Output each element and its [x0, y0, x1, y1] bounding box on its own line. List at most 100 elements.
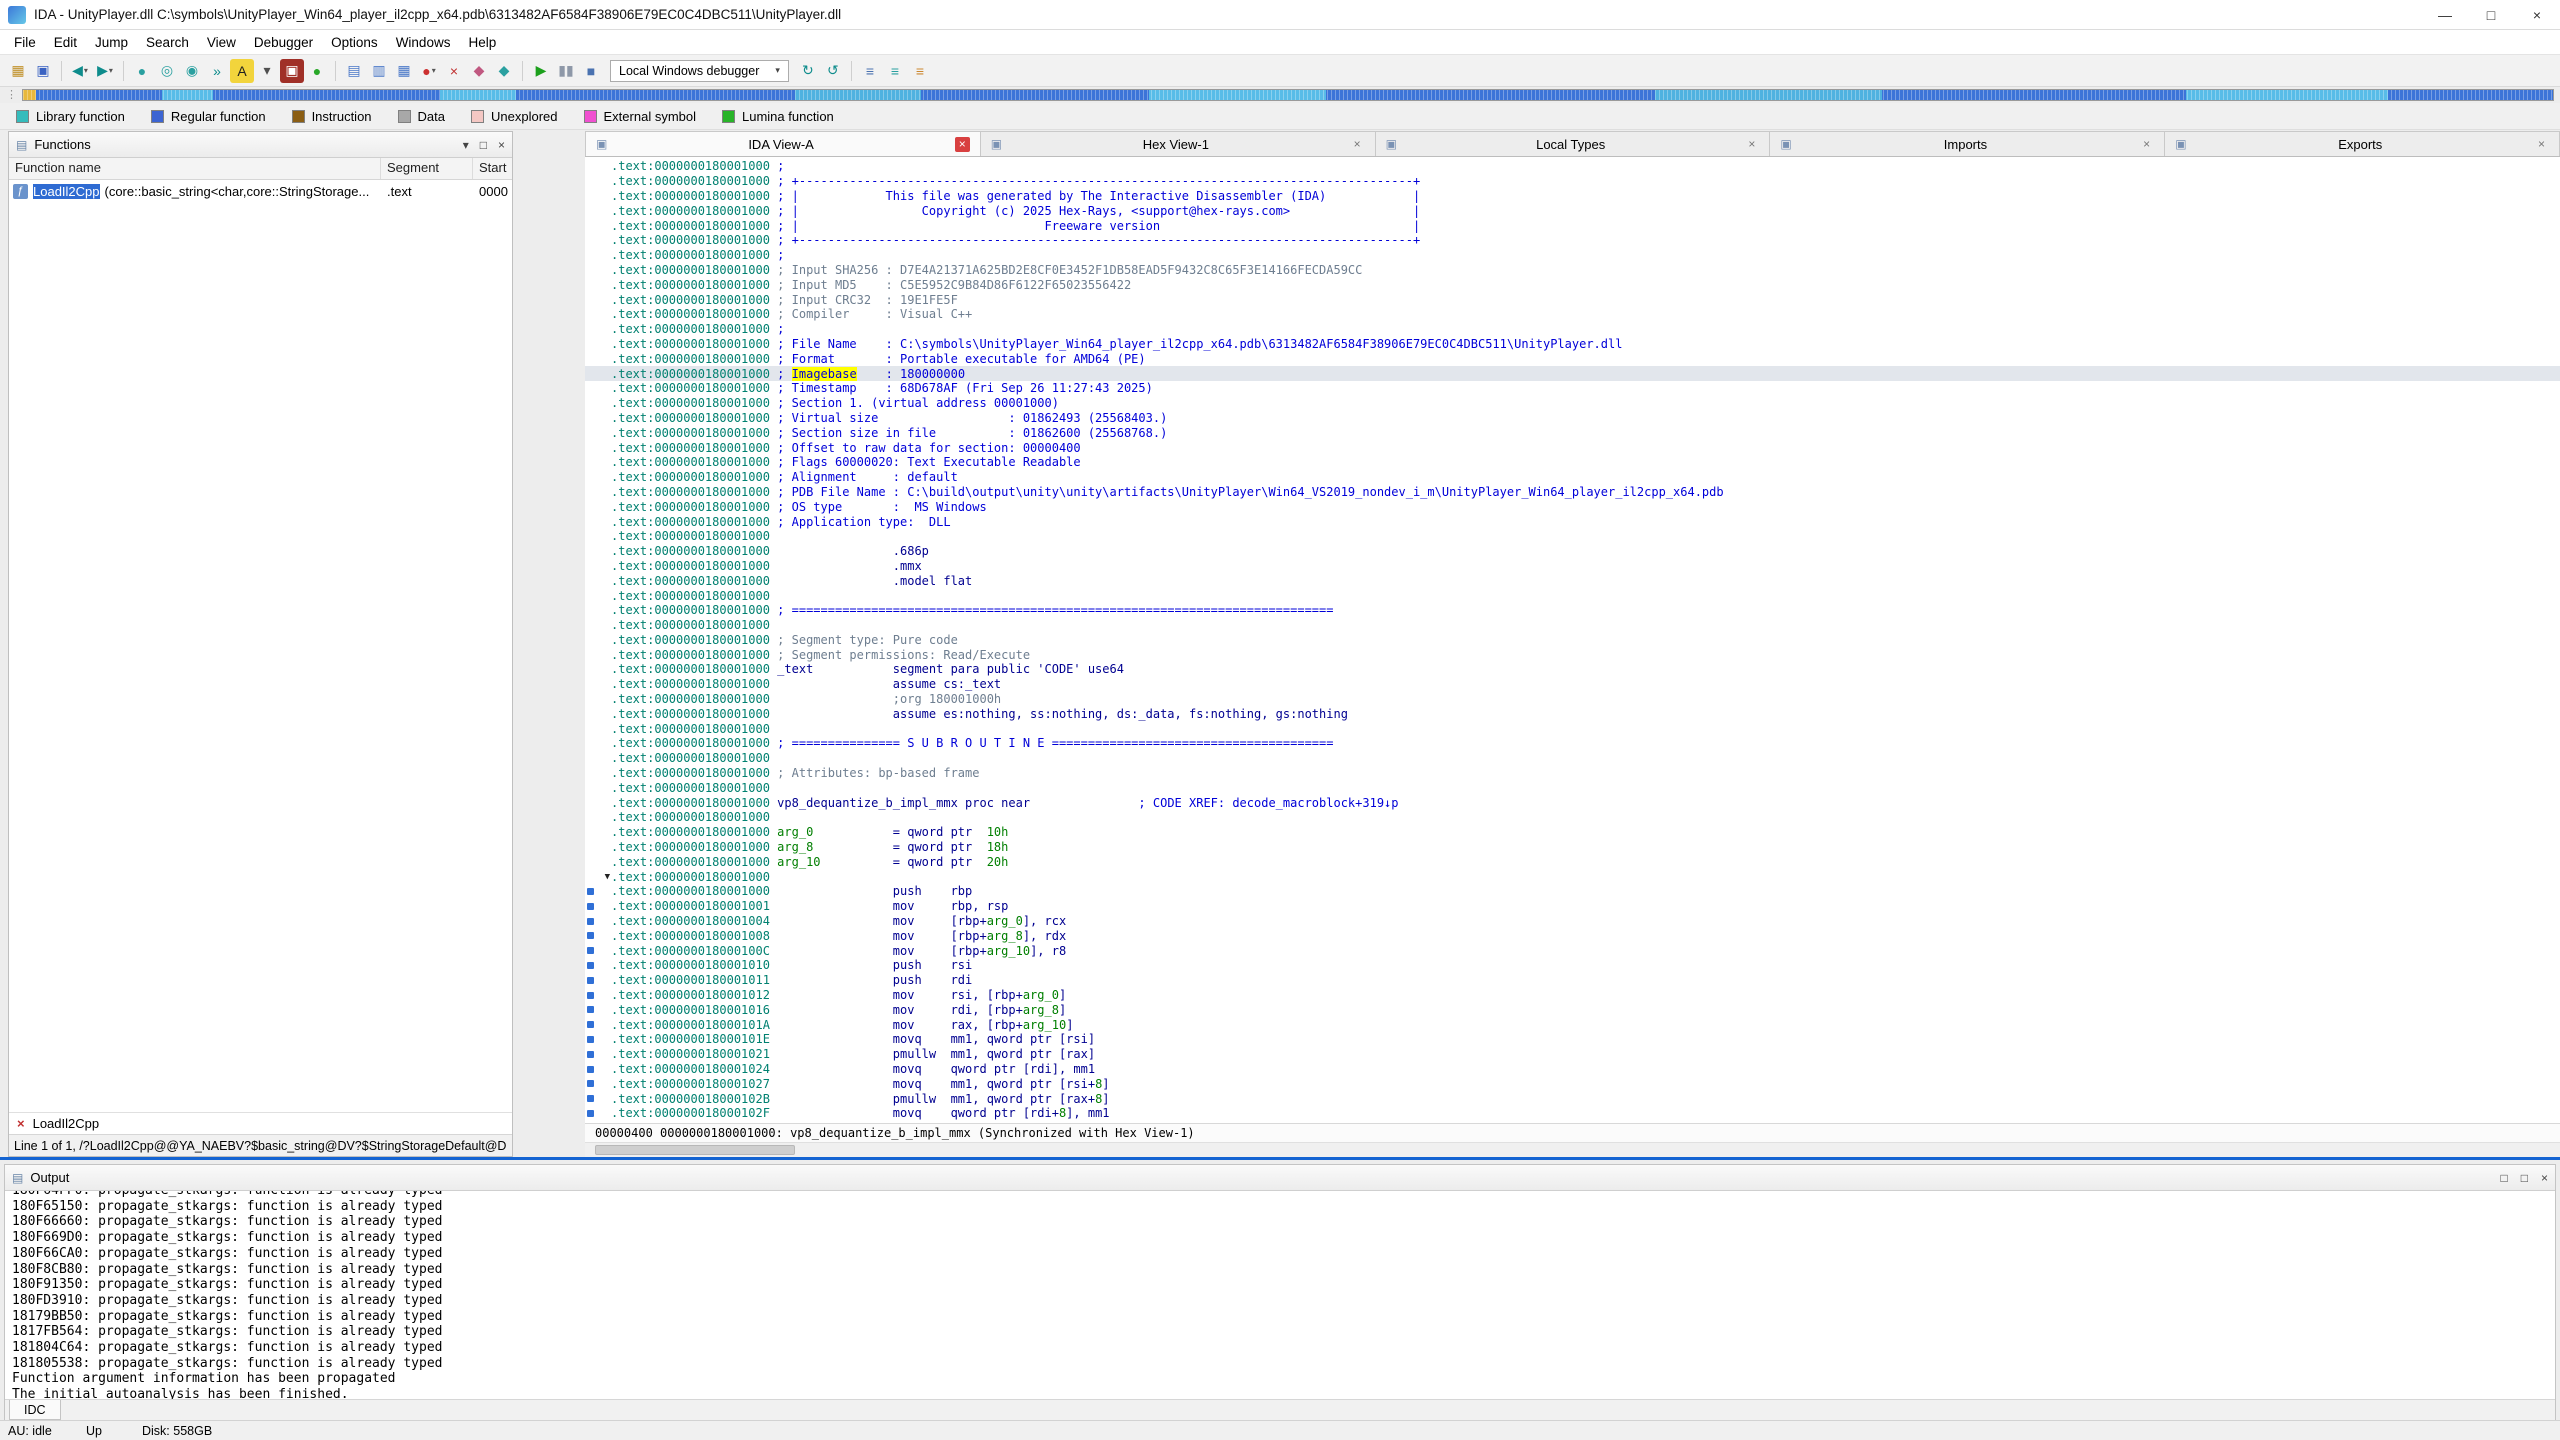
- maximize-button[interactable]: □: [2468, 0, 2514, 29]
- tab-close-icon[interactable]: ×: [955, 137, 970, 152]
- debugger-selector[interactable]: Local Windows debugger▾: [610, 60, 789, 82]
- disasm-line[interactable]: .text:0000000180001000: [585, 810, 2560, 825]
- disasm-line[interactable]: .text:0000000180001000 ; Segment type: P…: [585, 633, 2560, 648]
- disasm-line[interactable]: .text:0000000180001000 ; Application typ…: [585, 514, 2560, 529]
- horizontal-scrollbar-thumb[interactable]: [595, 1145, 795, 1155]
- disasm-line[interactable]: .text:0000000180001000 assume cs:_text: [585, 677, 2560, 692]
- tab-idc[interactable]: IDC: [9, 1400, 61, 1420]
- breakpoints-icon[interactable]: ●▾: [417, 59, 441, 83]
- debug-undo-icon[interactable]: ↺: [821, 59, 845, 83]
- function-row[interactable]: ƒLoadIl2Cpp(core::basic_string<char,core…: [9, 180, 512, 202]
- menu-search[interactable]: Search: [137, 35, 198, 50]
- disasm-line[interactable]: .text:0000000180001000: [585, 780, 2560, 795]
- output-close-icon[interactable]: ×: [2541, 1171, 2548, 1185]
- snapshot-icon[interactable]: ▣: [280, 59, 304, 83]
- disasm-line[interactable]: .text:0000000180001000 .model flat: [585, 573, 2560, 588]
- jump-xref-icon[interactable]: »: [205, 59, 229, 83]
- disasm-line[interactable]: .text:0000000180001027 movq mm1, qword p…: [585, 1076, 2560, 1091]
- navband-segment[interactable]: [23, 90, 36, 100]
- disasm-line[interactable]: .text:0000000180001000 ; ===============…: [585, 736, 2560, 751]
- disasm-line[interactable]: .text:0000000180001001 mov rbp, rsp: [585, 899, 2560, 914]
- disasm-line[interactable]: .text:0000000180001000 ; | This file was…: [585, 189, 2560, 204]
- disasm-line[interactable]: .text:0000000180001000 ; Segment permiss…: [585, 647, 2560, 662]
- navband-segment[interactable]: [213, 90, 441, 100]
- disasm-line[interactable]: .text:0000000180001000: [585, 588, 2560, 603]
- output-maximize-icon[interactable]: □: [2521, 1171, 2528, 1185]
- disasm-line[interactable]: .text:0000000180001000 ; Section size in…: [585, 425, 2560, 440]
- column-header-segment[interactable]: Segment: [381, 158, 473, 179]
- navband-segment[interactable]: [516, 90, 794, 100]
- menu-edit[interactable]: Edit: [45, 35, 86, 50]
- output-content[interactable]: 180F64FF0: propagate_stkargs: function i…: [5, 1191, 2555, 1399]
- disasm-line[interactable]: .text:0000000180001000 ; +--------------…: [585, 233, 2560, 248]
- navband-segment[interactable]: [795, 90, 922, 100]
- disasm-line[interactable]: .text:0000000180001010 push rsi: [585, 958, 2560, 973]
- disasm-line[interactable]: .text:0000000180001000 ; Section 1. (vir…: [585, 396, 2560, 411]
- nav-back-icon[interactable]: ◀▾: [68, 59, 92, 83]
- nav-forward-icon[interactable]: ▶▾: [93, 59, 117, 83]
- disasm-line[interactable]: .text:000000018000101A mov rax, [rbp+arg…: [585, 1017, 2560, 1032]
- disasm-line[interactable]: .text:0000000180001000 ; File Name : C:\…: [585, 337, 2560, 352]
- disasm-line[interactable]: .text:000000018000102B pmullw mm1, qword…: [585, 1091, 2560, 1106]
- jump-address-icon[interactable]: ●: [130, 59, 154, 83]
- disasm-line[interactable]: .text:0000000180001000 arg_0 = qword ptr…: [585, 825, 2560, 840]
- column-header-start[interactable]: Start: [473, 158, 512, 179]
- disasm-line[interactable]: .text:0000000180001000 ; OS type : MS Wi…: [585, 499, 2560, 514]
- disasm-line[interactable]: .text:0000000180001000 ; Input CRC32 : 1…: [585, 292, 2560, 307]
- open-file-icon[interactable]: ▦: [6, 59, 30, 83]
- disasm-line[interactable]: .text:0000000180001000 ; Virtual size : …: [585, 411, 2560, 426]
- tab-hex-view-1[interactable]: ▣Hex View-1×: [981, 131, 1376, 156]
- panel-float-icon[interactable]: □: [480, 138, 487, 152]
- database-icon[interactable]: ◆: [467, 59, 491, 83]
- horizontal-scrollbar[interactable]: [585, 1142, 2560, 1157]
- disasm-line[interactable]: .text:0000000180001000 ; Attributes: bp-…: [585, 766, 2560, 781]
- text-search-icon[interactable]: A: [230, 59, 254, 83]
- navband-segment[interactable]: [440, 90, 516, 100]
- clear-filter-icon[interactable]: ×: [17, 1116, 25, 1131]
- disasm-line[interactable]: .text:000000018000101E movq mm1, qword p…: [585, 1032, 2560, 1047]
- disasm-line[interactable]: .text:0000000180001011 push rdi: [585, 973, 2560, 988]
- tab-close-icon[interactable]: ×: [1744, 137, 1759, 152]
- close-button[interactable]: ×: [2514, 0, 2560, 29]
- debug-start-icon[interactable]: ▶: [529, 59, 553, 83]
- layout-list-icon[interactable]: ≡: [908, 59, 932, 83]
- search-options-caret-icon[interactable]: ▾: [255, 59, 279, 83]
- tab-ida-view-a[interactable]: ▣IDA View-A×: [585, 131, 981, 156]
- disasm-line[interactable]: .text:0000000180001000: [585, 618, 2560, 633]
- menu-windows[interactable]: Windows: [387, 35, 460, 50]
- navband-segment[interactable]: [1326, 90, 1655, 100]
- functions-panel-titlebar[interactable]: ▤ Functions ▾ □ ×: [9, 132, 512, 158]
- cancel-analysis-icon[interactable]: ×: [442, 59, 466, 83]
- disasm-line[interactable]: .text:0000000180001000 ; Timestamp : 68D…: [585, 381, 2560, 396]
- debug-stop-icon[interactable]: ■: [579, 59, 603, 83]
- menu-debugger[interactable]: Debugger: [245, 35, 322, 50]
- disasm-line[interactable]: .text:0000000180001000 _text segment par…: [585, 662, 2560, 677]
- debug-rerun-icon[interactable]: ↻: [796, 59, 820, 83]
- jump-segment-icon[interactable]: ◉: [180, 59, 204, 83]
- disasm-line[interactable]: .text:0000000180001000 ; Offset to raw d…: [585, 440, 2560, 455]
- disasm-line[interactable]: .text:0000000180001000 push rbp: [585, 884, 2560, 899]
- open-segments-icon[interactable]: ▦: [392, 59, 416, 83]
- open-structs-icon[interactable]: ▤: [342, 59, 366, 83]
- save-icon[interactable]: ▣: [31, 59, 55, 83]
- menu-options[interactable]: Options: [322, 35, 387, 50]
- navband-segment[interactable]: [2186, 90, 2388, 100]
- tab-close-icon[interactable]: ×: [2534, 137, 2549, 152]
- desktop-list-icon[interactable]: ≡: [883, 59, 907, 83]
- tab-imports[interactable]: ▣Imports×: [1770, 131, 2165, 156]
- panel-close-icon[interactable]: ×: [498, 138, 505, 152]
- disasm-line[interactable]: .text:0000000180001000 ;: [585, 159, 2560, 174]
- disasm-line[interactable]: .text:0000000180001000 arg_8 = qword ptr…: [585, 840, 2560, 855]
- disasm-line[interactable]: .text:0000000180001000 ; ===============…: [585, 603, 2560, 618]
- filter-text[interactable]: LoadIl2Cpp: [33, 1116, 100, 1131]
- disasm-line[interactable]: .text:0000000180001000 vp8_dequantize_b_…: [585, 795, 2560, 810]
- disasm-line[interactable]: .text:0000000180001000 ; Format : Portab…: [585, 351, 2560, 366]
- navband-segment[interactable]: [2388, 90, 2552, 100]
- windows-list-icon[interactable]: ≡: [858, 59, 882, 83]
- disasm-line[interactable]: .text:0000000180001024 movq qword ptr [r…: [585, 1062, 2560, 1077]
- dock-splitter[interactable]: [0, 1157, 2560, 1160]
- menu-jump[interactable]: Jump: [86, 35, 137, 50]
- open-enums-icon[interactable]: ▥: [367, 59, 391, 83]
- disasm-line[interactable]: .text:0000000180001000: [585, 529, 2560, 544]
- disasm-line[interactable]: .text:0000000180001000 ;: [585, 322, 2560, 337]
